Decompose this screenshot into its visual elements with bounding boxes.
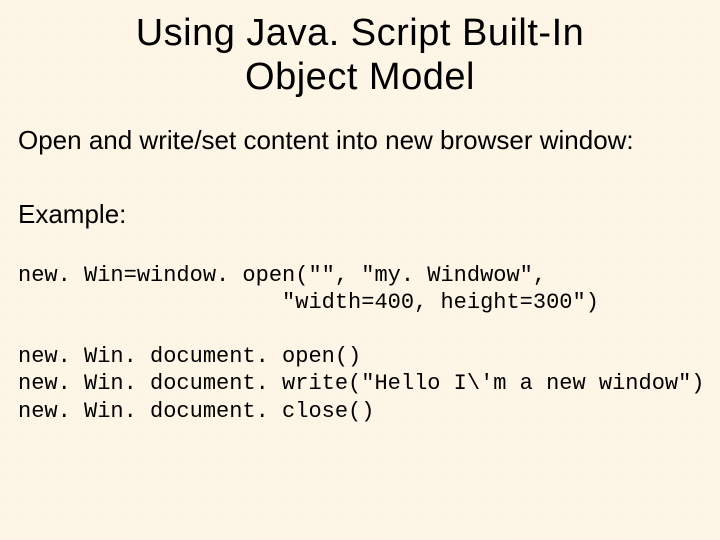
code-block-2: new. Win. document. open() new. Win. doc… bbox=[0, 317, 720, 426]
example-label: Example: bbox=[0, 157, 720, 230]
code-line: new. Win. document. close() bbox=[18, 399, 374, 424]
slide-subtitle: Open and write/set content into new brow… bbox=[0, 99, 720, 156]
code-line: new. Win. document. write("Hello I\'m a … bbox=[18, 371, 705, 396]
code-line: "width=400, height=300") bbox=[18, 290, 599, 315]
code-block-1: new. Win=window. open("", "my. Windwow",… bbox=[0, 230, 720, 317]
code-line: new. Win=window. open("", "my. Windwow", bbox=[18, 263, 546, 288]
title-line-2: Object Model bbox=[245, 56, 475, 98]
slide-title: Using Java. Script Built-In Object Model bbox=[0, 0, 720, 99]
code-line: new. Win. document. open() bbox=[18, 344, 361, 369]
title-line-1: Using Java. Script Built-In bbox=[136, 12, 585, 54]
